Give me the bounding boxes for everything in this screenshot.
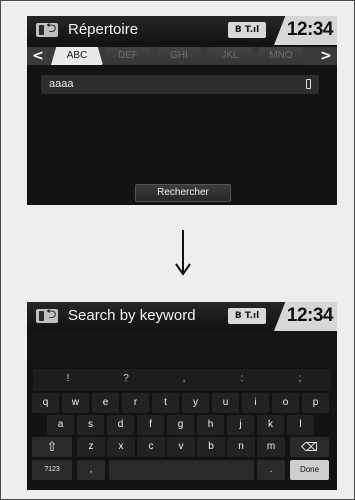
- shift-key[interactable]: ⇧: [32, 437, 72, 457]
- chevron-left-icon[interactable]: <: [29, 47, 47, 65]
- phone-icon[interactable]: ⮌: [36, 21, 58, 37]
- key-w[interactable]: w: [62, 393, 89, 413]
- space-key[interactable]: [109, 460, 254, 480]
- key-comma[interactable]: ,: [77, 460, 105, 480]
- back-arrow-icon[interactable]: ⮌: [46, 307, 56, 323]
- down-arrow-icon: [175, 230, 191, 276]
- key-exclamation[interactable]: !: [53, 369, 83, 389]
- key-l[interactable]: l: [287, 415, 314, 435]
- mobile-phone-icon: [306, 79, 311, 89]
- bluetooth-signal-indicator: B T.ıl: [228, 308, 266, 324]
- key-comma-symbol[interactable]: ,: [169, 369, 199, 389]
- tab-jkl[interactable]: JKL: [204, 47, 256, 65]
- keyword-input-area[interactable]: [27, 332, 337, 366]
- key-o[interactable]: o: [272, 393, 299, 413]
- back-arrow-icon[interactable]: ⮌: [46, 21, 56, 37]
- search-button[interactable]: Rechercher: [135, 184, 231, 202]
- clock: 12:34: [286, 19, 334, 40]
- key-i[interactable]: i: [242, 393, 269, 413]
- screen-title: Search by keyword: [68, 307, 196, 324]
- key-q[interactable]: q: [32, 393, 59, 413]
- contact-list-item[interactable]: aaaa: [41, 75, 319, 94]
- key-c[interactable]: c: [137, 437, 165, 457]
- clock-panel: 12:34: [274, 16, 337, 45]
- key-m[interactable]: m: [257, 437, 285, 457]
- key-j[interactable]: j: [227, 415, 254, 435]
- key-v[interactable]: v: [167, 437, 195, 457]
- key-b[interactable]: b: [197, 437, 225, 457]
- symbol-row: ! ? , : ;: [33, 369, 331, 391]
- bluetooth-signal-indicator: B T.ıl: [228, 22, 266, 38]
- key-period[interactable]: .: [257, 460, 285, 480]
- status-bar: ⮌ Search by keyword B T.ıl 12:34: [27, 302, 337, 331]
- done-key[interactable]: Done: [290, 460, 329, 480]
- key-a[interactable]: a: [47, 415, 74, 435]
- clock-panel: 12:34: [274, 302, 337, 331]
- chevron-right-icon[interactable]: >: [317, 47, 335, 65]
- key-f[interactable]: f: [137, 415, 164, 435]
- key-question[interactable]: ?: [111, 369, 141, 389]
- contact-name: aaaa: [49, 78, 74, 90]
- key-p[interactable]: p: [302, 393, 329, 413]
- key-s[interactable]: s: [77, 415, 104, 435]
- key-r[interactable]: r: [122, 393, 149, 413]
- clock: 12:34: [286, 305, 334, 326]
- search-keyword-screen: ⮌ Search by keyword B T.ıl 12:34 ! ? , :…: [27, 302, 337, 490]
- key-z[interactable]: z: [77, 437, 105, 457]
- key-colon[interactable]: :: [227, 369, 257, 389]
- key-x[interactable]: x: [107, 437, 135, 457]
- key-d[interactable]: d: [107, 415, 134, 435]
- key-g[interactable]: g: [167, 415, 194, 435]
- tab-mno[interactable]: MNO: [255, 47, 307, 65]
- key-semicolon[interactable]: ;: [285, 369, 315, 389]
- backspace-key[interactable]: ⌫: [290, 437, 329, 457]
- key-u[interactable]: u: [212, 393, 239, 413]
- screen-title: Répertoire: [68, 21, 139, 38]
- phone-icon[interactable]: ⮌: [36, 307, 58, 323]
- tab-abc[interactable]: ABC: [51, 47, 103, 65]
- key-k[interactable]: k: [257, 415, 284, 435]
- key-t[interactable]: t: [152, 393, 179, 413]
- alphabet-tab-bar: < ABC DEF GHI JKL MNO >: [27, 47, 337, 65]
- tab-def[interactable]: DEF: [102, 47, 154, 65]
- status-bar: ⮌ Répertoire B T.ıl 12:34: [27, 16, 337, 45]
- key-y[interactable]: y: [182, 393, 209, 413]
- tab-ghi[interactable]: GHI: [153, 47, 205, 65]
- handset-icon: [39, 25, 44, 35]
- key-n[interactable]: n: [227, 437, 255, 457]
- symbols-mode-key[interactable]: ?123: [32, 460, 72, 480]
- key-h[interactable]: h: [197, 415, 224, 435]
- phonebook-screen: ⮌ Répertoire B T.ıl 12:34 < ABC DEF GHI …: [27, 16, 337, 205]
- key-e[interactable]: e: [92, 393, 119, 413]
- handset-icon: [39, 311, 44, 321]
